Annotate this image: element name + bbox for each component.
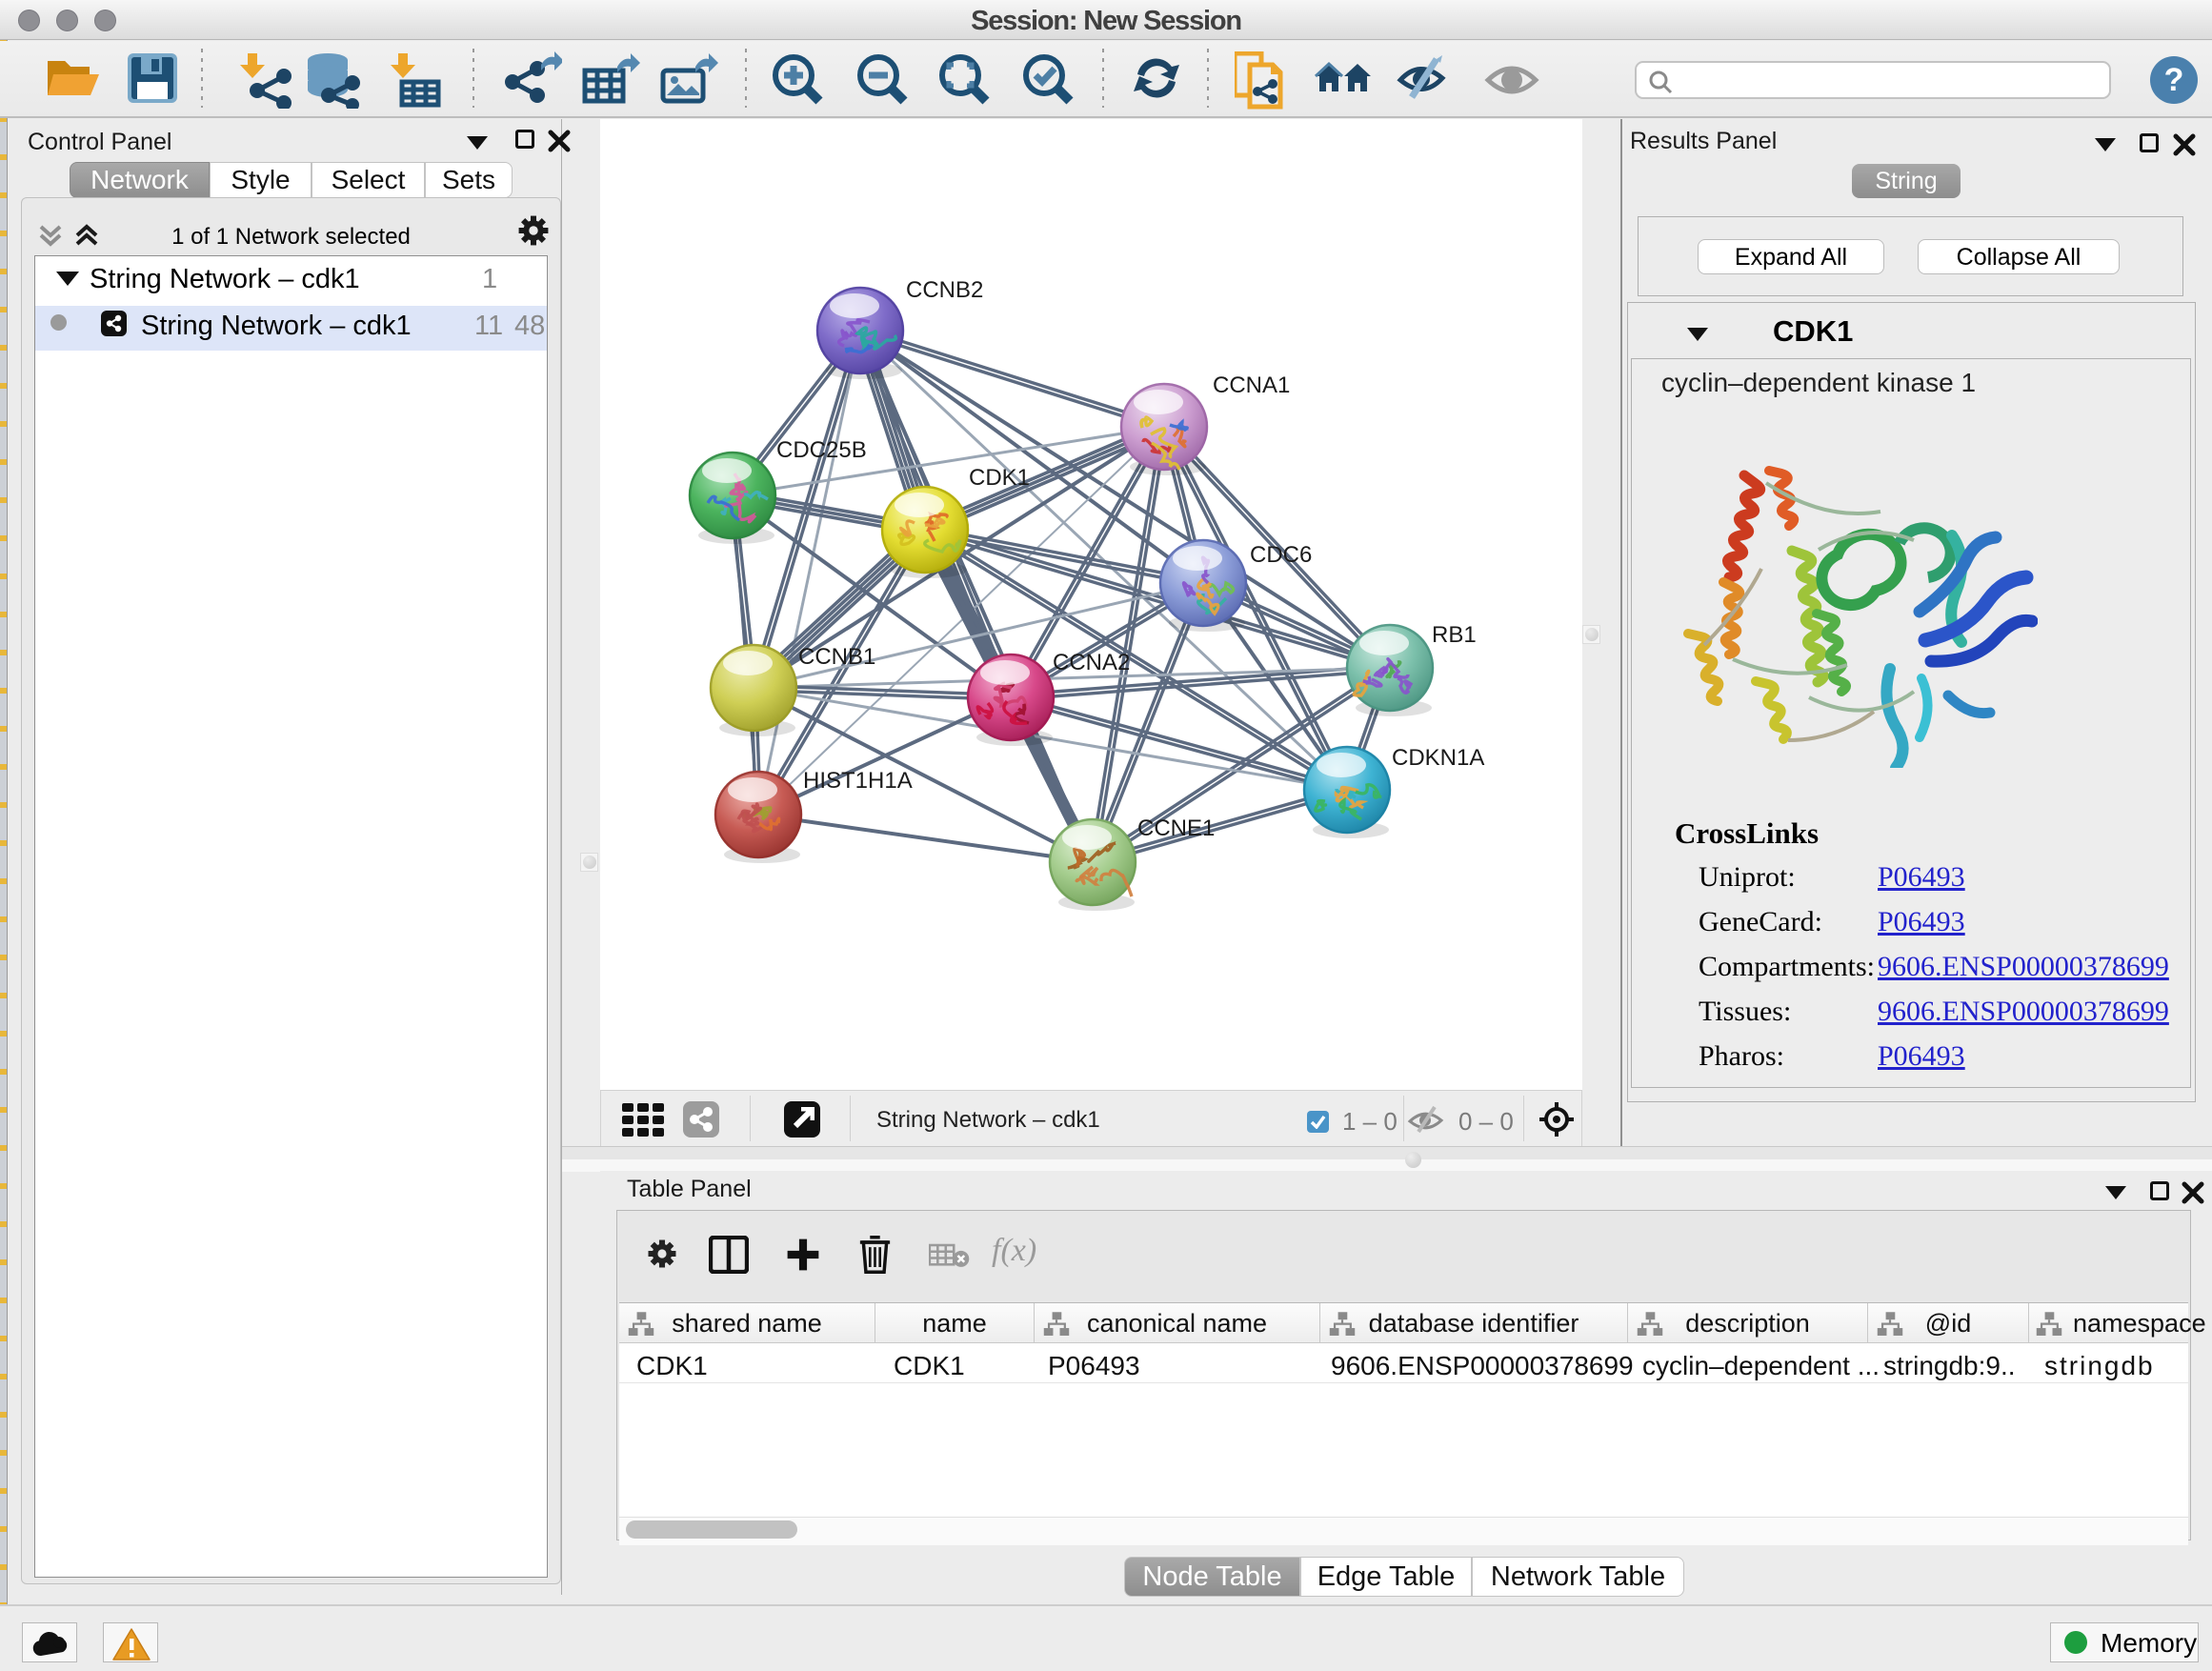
svg-text:HIST1H1A: HIST1H1A [803, 768, 913, 794]
svg-text:CCNA2: CCNA2 [1053, 650, 1130, 675]
svg-text:CCNB1: CCNB1 [798, 644, 875, 670]
svg-text:CDKN1A: CDKN1A [1392, 745, 1484, 771]
svg-text:CCNE1: CCNE1 [1137, 815, 1215, 841]
svg-text:CDC25B: CDC25B [776, 437, 867, 463]
svg-text:CDK1: CDK1 [969, 465, 1030, 491]
svg-text:RB1: RB1 [1432, 622, 1477, 648]
svg-text:CCNA1: CCNA1 [1213, 372, 1290, 398]
svg-text:CDC6: CDC6 [1250, 542, 1312, 568]
svg-text:CCNB2: CCNB2 [906, 277, 983, 303]
